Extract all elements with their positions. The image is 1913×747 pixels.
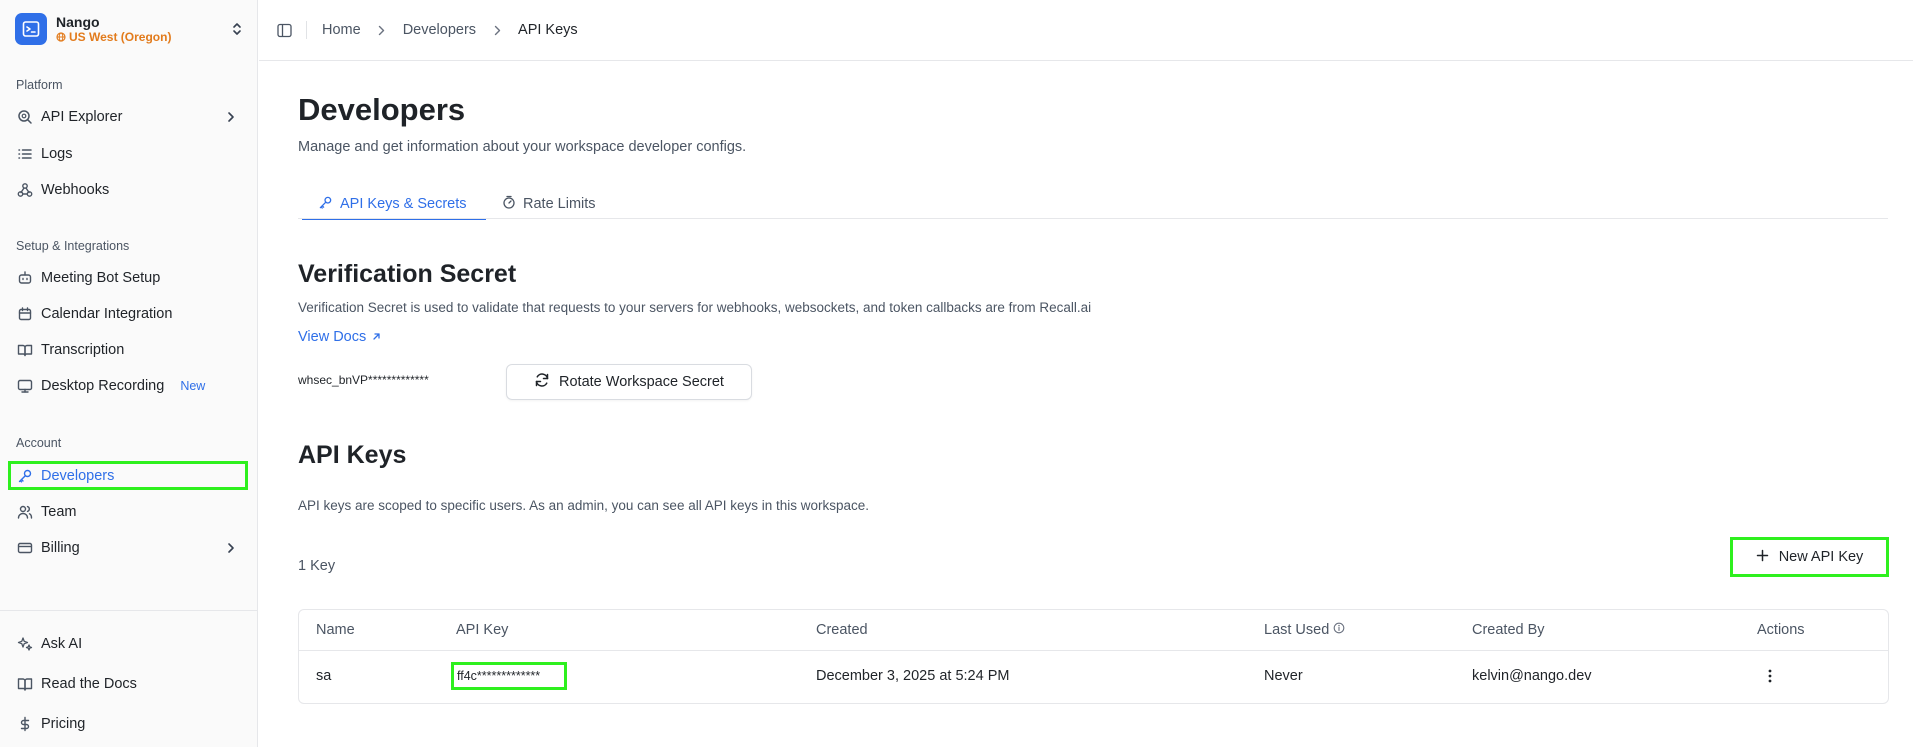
terminal-icon bbox=[15, 13, 47, 45]
breadcrumb-developers[interactable]: Developers bbox=[403, 22, 476, 38]
cell-api-key[interactable]: ff4c************* bbox=[451, 662, 567, 690]
sidebar-divider bbox=[0, 610, 258, 611]
bot-icon bbox=[16, 270, 33, 287]
sidebar-item-webhooks[interactable]: Webhooks bbox=[8, 175, 248, 205]
verification-secret-title: Verification Secret bbox=[298, 260, 517, 288]
sidebar-item-label: API Explorer bbox=[41, 109, 123, 125]
sidebar-item-logs[interactable]: Logs bbox=[8, 139, 248, 169]
api-keys-table: Name API Key Created Last Used Created B… bbox=[298, 609, 1889, 704]
key-icon bbox=[16, 467, 33, 484]
sidebar-item-label: Read the Docs bbox=[41, 676, 137, 692]
open-book-icon bbox=[16, 676, 33, 693]
verification-secret-description: Verification Secret is used to validate … bbox=[298, 300, 1092, 315]
credit-card-icon bbox=[16, 540, 33, 557]
monitor-icon bbox=[16, 378, 33, 395]
toolbar-divider bbox=[306, 21, 307, 39]
sidebar-item-label: Transcription bbox=[41, 342, 125, 358]
more-vertical-icon[interactable] bbox=[1762, 666, 1778, 686]
breadcrumb-home[interactable]: Home bbox=[322, 22, 361, 38]
tab-label: Rate Limits bbox=[523, 196, 596, 212]
tabs-divider bbox=[298, 218, 1888, 219]
breadcrumb-api-keys: API Keys bbox=[518, 22, 578, 38]
sidebar-item-label: Meeting Bot Setup bbox=[41, 270, 161, 286]
sidebar-item-label: Webhooks bbox=[41, 182, 110, 198]
table-row: sa ff4c************* December 3, 2025 at… bbox=[299, 651, 1888, 704]
sidebar-item-label: Calendar Integration bbox=[41, 306, 173, 322]
plus-icon bbox=[1756, 549, 1769, 566]
view-docs-link[interactable]: View Docs bbox=[298, 329, 381, 345]
users-icon bbox=[16, 504, 33, 521]
workspace-region: US West (Oregon) bbox=[56, 30, 229, 45]
chevron-right-icon bbox=[377, 24, 387, 36]
timer-icon bbox=[502, 195, 516, 213]
cell-name: sa bbox=[316, 668, 332, 684]
sidebar-item-api-explorer[interactable]: API Explorer bbox=[8, 102, 248, 132]
workspace-switcher[interactable]: Nango US West (Oregon) bbox=[15, 12, 245, 46]
sidebar-item-label: Desktop Recording bbox=[41, 378, 165, 394]
rotate-workspace-secret-button[interactable]: Rotate Workspace Secret bbox=[506, 364, 752, 400]
calendar-icon bbox=[16, 306, 33, 323]
chevron-right-icon bbox=[224, 110, 238, 124]
chevrons-up-down-icon bbox=[229, 18, 245, 40]
sidebar-item-read-the-docs[interactable]: Read the Docs bbox=[8, 669, 248, 699]
sidebar: Nango US West (Oregon) Platform API Expl… bbox=[0, 0, 258, 747]
section-label-platform: Platform bbox=[16, 78, 63, 92]
column-header-actions: Actions bbox=[1757, 622, 1805, 638]
sidebar-item-label: Billing bbox=[41, 540, 80, 556]
sidebar-item-label: Team bbox=[41, 504, 77, 520]
cell-created: December 3, 2025 at 5:24 PM bbox=[816, 668, 1010, 684]
sidebar-item-pricing[interactable]: Pricing bbox=[8, 709, 248, 739]
sidebar-item-meeting-bot-setup[interactable]: Meeting Bot Setup bbox=[8, 263, 248, 293]
column-header-api-key: API Key bbox=[456, 622, 509, 638]
page-subtitle: Manage and get information about your wo… bbox=[298, 139, 747, 155]
sidebar-item-transcription[interactable]: Transcription bbox=[8, 335, 248, 365]
section-label-setup: Setup & Integrations bbox=[16, 239, 130, 253]
verification-secret-value: whsec_bnVP************* bbox=[298, 373, 429, 387]
refresh-icon bbox=[534, 372, 550, 392]
list-icon bbox=[16, 146, 33, 163]
column-header-created-by: Created By bbox=[1472, 622, 1545, 638]
book-icon bbox=[16, 342, 33, 359]
api-keys-title: API Keys bbox=[298, 441, 407, 469]
column-header-name: Name bbox=[316, 622, 355, 638]
sidebar-item-developers[interactable]: Developers bbox=[8, 461, 248, 490]
tab-label: API Keys & Secrets bbox=[340, 196, 467, 212]
sidebar-item-billing[interactable]: Billing bbox=[8, 533, 248, 563]
sidebar-item-label: Ask AI bbox=[41, 636, 83, 652]
page-title: Developers bbox=[298, 92, 466, 127]
api-key-count: 1 Key bbox=[298, 558, 336, 574]
sidebar-item-label: Pricing bbox=[41, 716, 86, 732]
tab-rate-limits[interactable]: Rate Limits bbox=[502, 190, 596, 218]
sidebar-item-team[interactable]: Team bbox=[8, 497, 248, 527]
chevron-right-icon bbox=[224, 541, 238, 555]
top-bar: Home Developers API Keys bbox=[259, 0, 1913, 61]
sidebar-item-label: Logs bbox=[41, 146, 73, 162]
sidebar-item-calendar-integration[interactable]: Calendar Integration bbox=[8, 299, 248, 329]
cell-last-used: Never bbox=[1264, 668, 1303, 684]
globe-icon bbox=[56, 32, 66, 42]
new-api-key-button[interactable]: New API Key bbox=[1730, 537, 1889, 577]
section-label-account: Account bbox=[16, 436, 62, 450]
search-icon bbox=[16, 109, 33, 126]
workspace-name: Nango bbox=[56, 13, 100, 30]
dollar-icon bbox=[16, 716, 33, 733]
new-badge: New bbox=[180, 379, 206, 393]
sidebar-item-desktop-recording[interactable]: Desktop Recording New bbox=[8, 371, 248, 401]
sidebar-item-label: Developers bbox=[41, 467, 115, 484]
column-header-created: Created bbox=[816, 622, 868, 638]
arrow-up-right-icon bbox=[372, 329, 381, 345]
table-header: Name API Key Created Last Used Created B… bbox=[299, 610, 1888, 651]
info-icon[interactable] bbox=[1333, 622, 1345, 638]
chevron-right-icon bbox=[492, 24, 502, 36]
sidebar-toggle-icon[interactable] bbox=[276, 22, 292, 38]
cell-created-by: kelvin@nango.dev bbox=[1472, 668, 1592, 684]
key-icon bbox=[318, 195, 333, 214]
tab-api-keys-secrets[interactable]: API Keys & Secrets bbox=[302, 190, 486, 220]
webhook-icon bbox=[16, 182, 33, 199]
sparkles-icon bbox=[16, 636, 33, 653]
api-keys-description: API keys are scoped to specific users. A… bbox=[298, 498, 870, 513]
sidebar-item-ask-ai[interactable]: Ask AI bbox=[8, 629, 248, 659]
column-header-last-used: Last Used bbox=[1264, 622, 1345, 638]
